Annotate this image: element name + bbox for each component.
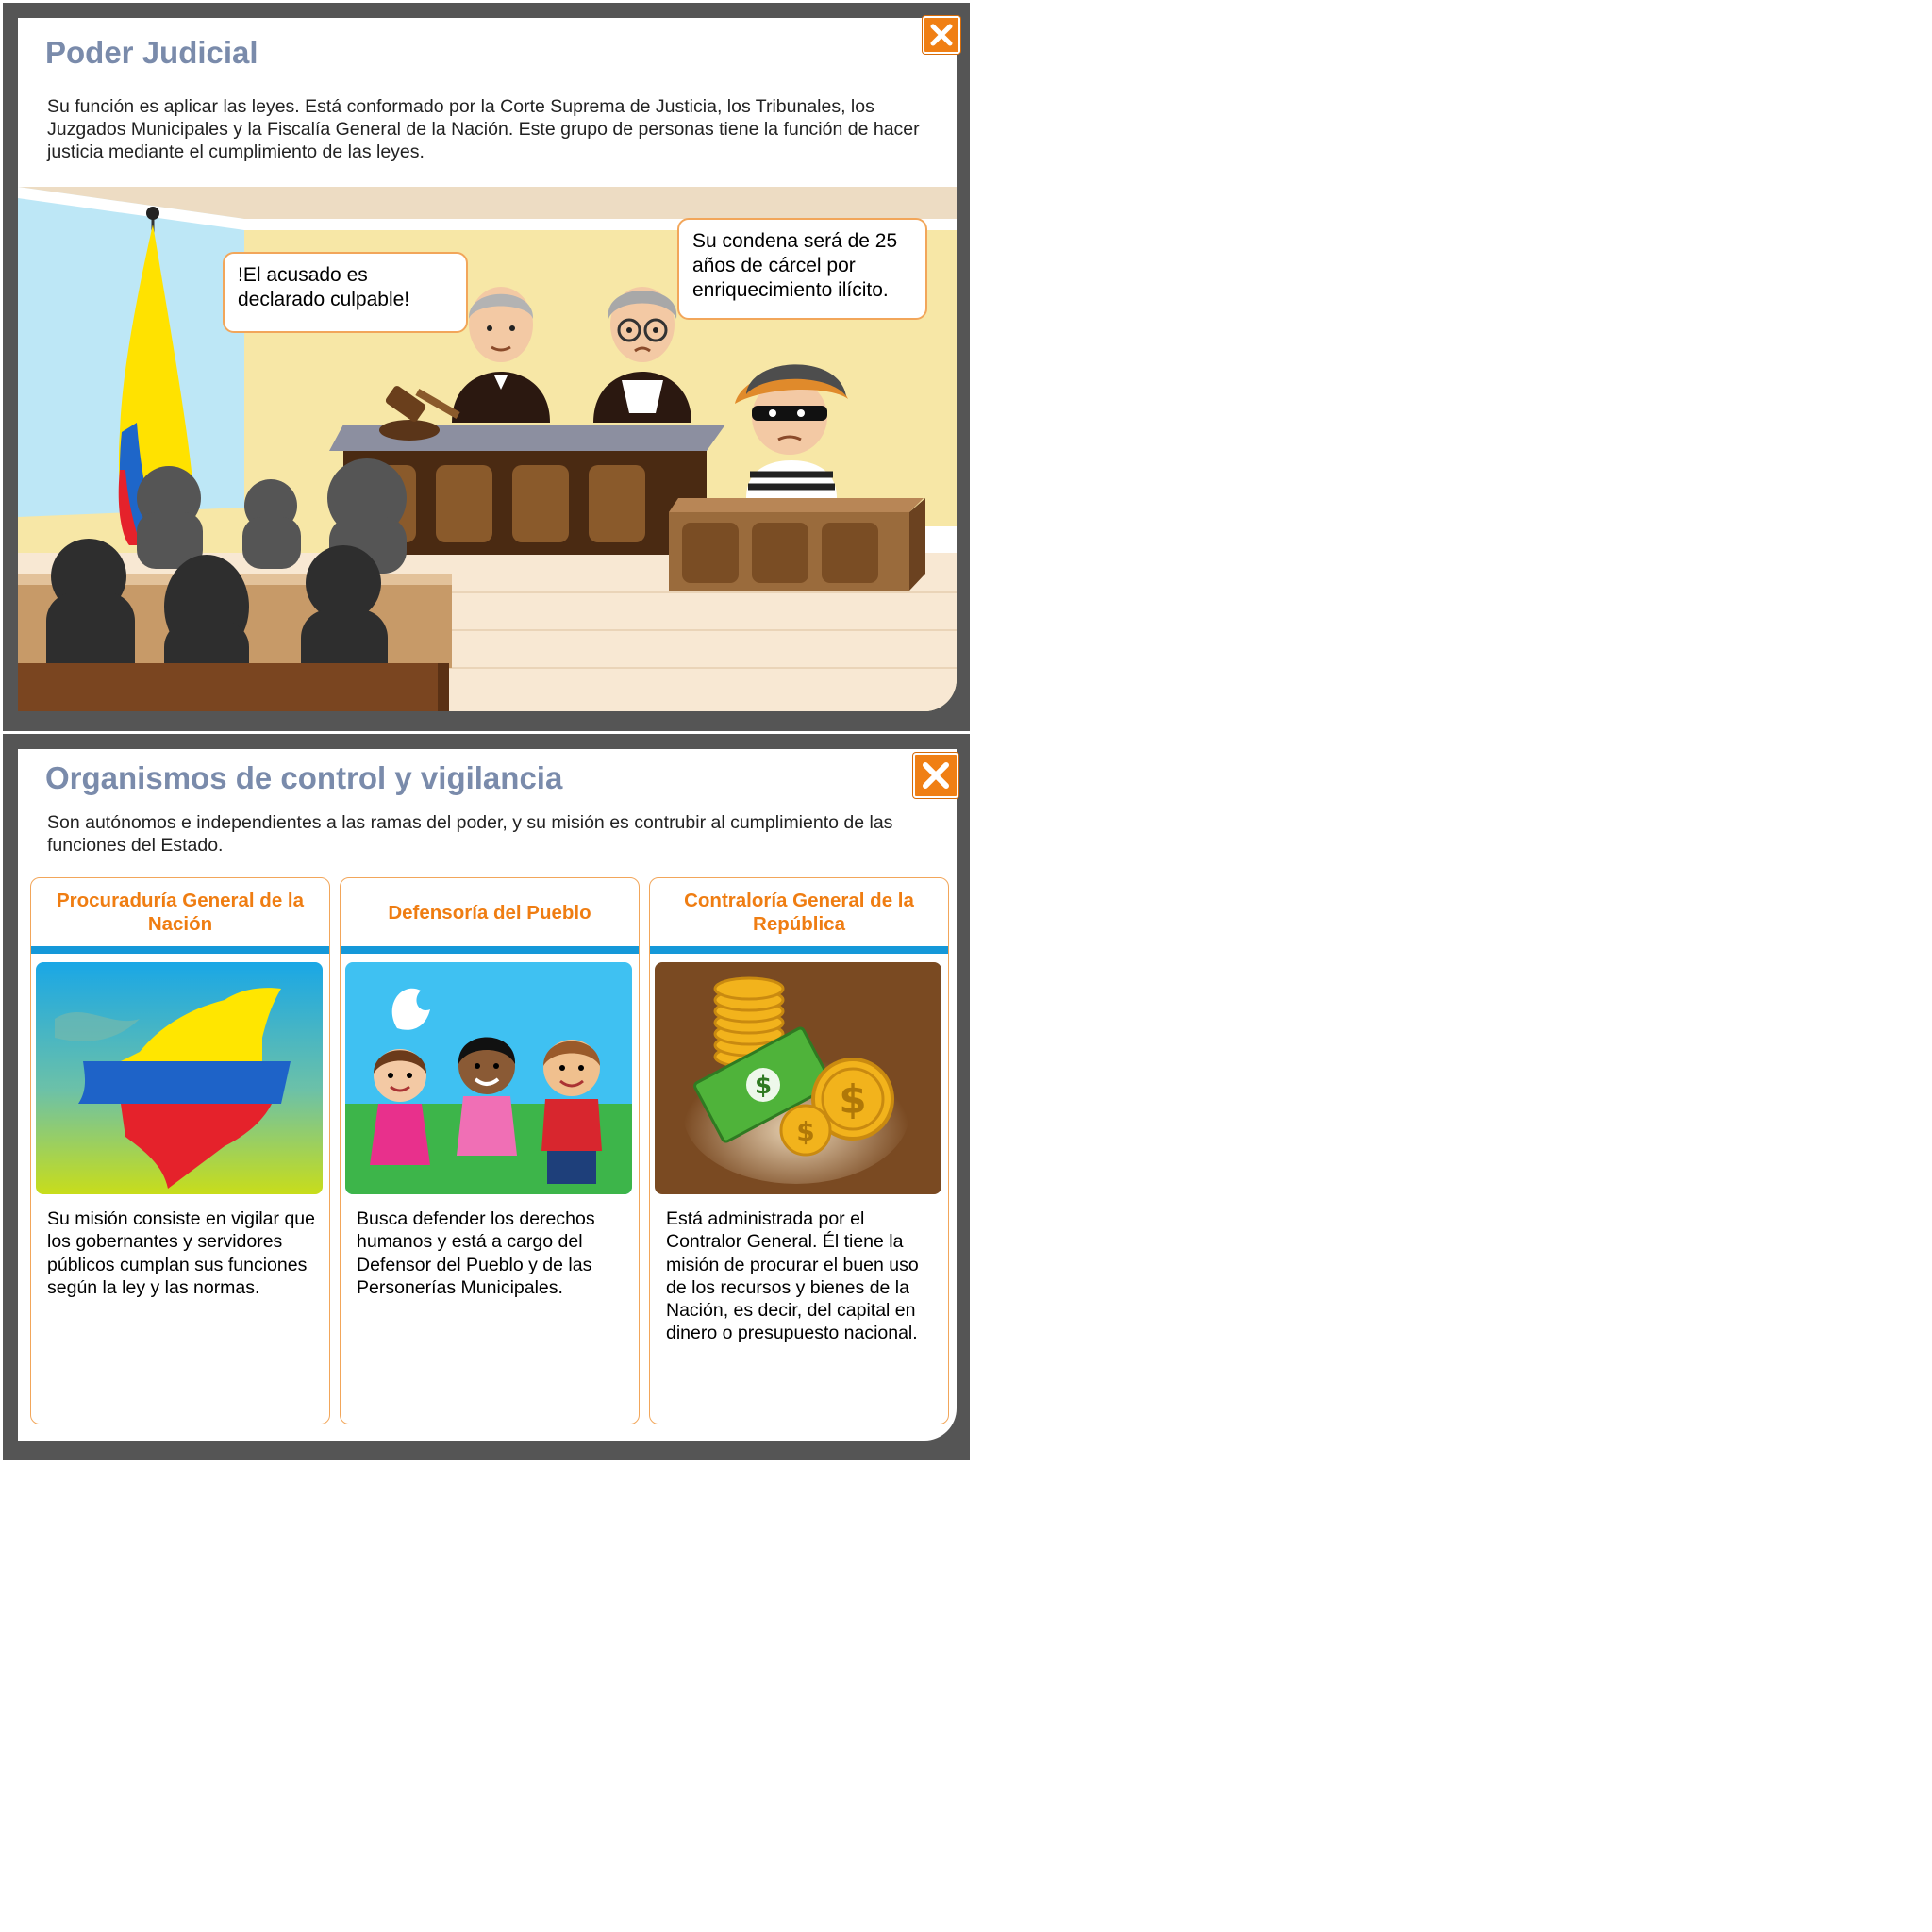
colombia-map-image [36,962,323,1194]
org-divider [31,946,329,954]
close-button[interactable] [913,753,958,798]
org-card-contraloria: Contraloría General de la República $ $ … [649,877,949,1424]
judicial-intro: Su función es aplicar las leyes. Está co… [47,96,920,162]
child-2 [457,1037,517,1156]
org-divider [341,946,639,954]
org-card-defensoria: Defensoría del Pueblo Busca defender los… [340,877,640,1424]
svg-text:$: $ [839,1076,866,1123]
page-title: Poder Judicial [45,35,258,70]
close-icon [923,762,949,789]
money-image: $ $ $ [655,962,941,1194]
org-description: Está administrada por el Contralor Gener… [666,1208,919,1344]
children-image [345,962,632,1194]
judicial-card: Poder Judicial Su función es aplicar las… [18,18,957,711]
close-button[interactable] [923,16,960,54]
svg-text:$: $ [796,1116,814,1147]
org-divider [650,946,948,954]
svg-text:$: $ [755,1072,772,1100]
speech-bubble-right: Su condena será de 25 años de cárcel por… [677,218,927,320]
close-icon [930,24,953,46]
judicial-window: Poder Judicial Su función es aplicar las… [3,3,970,731]
child-1 [370,1049,430,1165]
page-title: Organismos de control y vigilancia [45,760,563,795]
org-description: Su misión consiste en vigilar que los go… [47,1208,315,1298]
organismos-card: Organismos de control y vigilancia Son a… [18,749,957,1441]
organismos-window: Organismos de control y vigilancia Son a… [3,734,970,1460]
organismos-intro: Son autónomos e independientes a las ram… [47,812,893,856]
speech-bubble-left: !El acusado es declarado culpable! [223,252,468,333]
org-description: Busca defender los derechos humanos y es… [357,1208,595,1298]
org-heading: Defensoría del Pueblo [388,901,591,924]
org-card-procuraduria: Procuraduría General de la Nación Su mis… [30,877,330,1424]
child-3 [541,1040,602,1184]
org-heading: Contraloría General de la República [684,890,914,935]
org-heading: Procuraduría General de la Nación [56,890,305,935]
